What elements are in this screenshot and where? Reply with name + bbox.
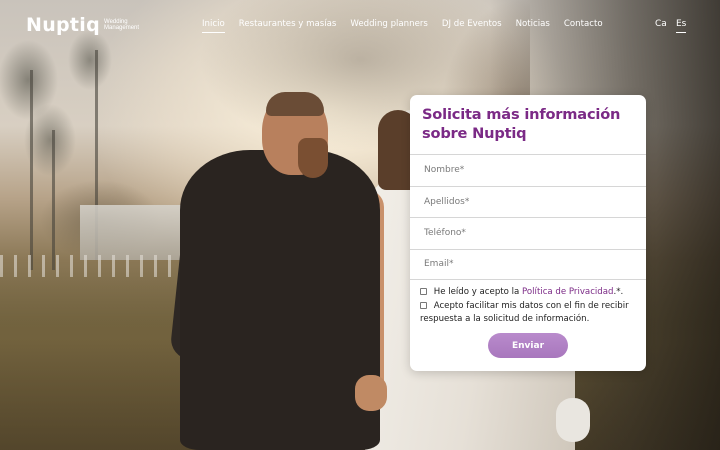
submit-button[interactable]: Enviar [488,333,568,358]
groom-hair [266,92,324,116]
data-consent-checkbox[interactable] [420,302,427,309]
email-input[interactable] [424,259,646,270]
groom-suit [180,150,380,450]
field-apellidos [410,185,646,218]
nav-item-contacto[interactable]: Contacto [564,19,603,33]
nombre-input[interactable] [424,165,646,176]
brand-tagline-line2: Management [104,25,140,31]
site-header: Nuptiq Wedding Management Inicio Restaur… [0,0,720,50]
bridal-bouquet [556,398,590,442]
palm-trunk [52,130,55,270]
consent-privacy-prefix: He leído y acepto la [433,287,520,297]
nav-item-dj-eventos[interactable]: DJ de Eventos [442,19,502,33]
nav-item-restaurantes[interactable]: Restaurantes y masías [239,19,337,33]
holding-hands [355,375,387,411]
nav-item-wedding-planners[interactable]: Wedding planners [350,19,428,33]
privacy-policy-link[interactable]: Política de Privacidad [522,287,613,297]
field-telefono [410,217,646,249]
brand-tagline: Wedding Management [104,19,139,32]
background-building [80,205,190,260]
consent-checkboxes: He leído y acepto la Política de Privaci… [410,280,646,326]
brand-name: Nuptiq [26,14,101,36]
brand-logo[interactable]: Nuptiq Wedding Management [26,14,139,36]
palm-trunk [30,70,33,270]
consent-privacy[interactable]: He leído y acepto la Política de Privaci… [420,286,636,299]
consent-data[interactable]: Acepto facilitar mis datos con el fin de… [420,300,636,326]
apellidos-input[interactable] [424,196,646,207]
field-email [410,248,646,280]
nav-item-noticias[interactable]: Noticias [516,19,550,33]
form-title: Solicita más información sobre Nuptiq [422,106,621,142]
groom-beard [298,138,328,178]
language-es[interactable]: Es [676,19,687,33]
privacy-checkbox[interactable] [420,288,427,295]
language-ca[interactable]: Ca [655,19,667,32]
nav-item-inicio[interactable]: Inicio [202,19,225,33]
consent-data-text: Acepto facilitar mis datos con el fin de… [420,301,629,324]
consent-privacy-suffix: .*. [613,287,624,297]
field-nombre [410,154,646,186]
main-nav: Inicio Restaurantes y masías Wedding pla… [202,19,617,33]
telefono-input[interactable] [424,228,646,239]
contact-form-card: Solicita más información sobre Nuptiq He… [410,95,646,371]
